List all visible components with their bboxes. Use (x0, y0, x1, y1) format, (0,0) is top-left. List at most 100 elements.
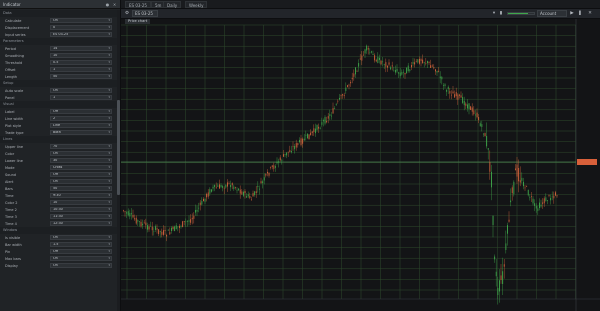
property-value-field[interactable]: 1 (50, 67, 112, 72)
property-label: Label (5, 109, 15, 114)
property-value-field[interactable]: Both (50, 130, 112, 135)
play-icon[interactable]: ▶ (569, 10, 575, 17)
candle-body (548, 195, 550, 196)
candle-body (243, 191, 244, 196)
candle-body (527, 190, 529, 196)
candle-body (331, 115, 332, 117)
candle-body (446, 89, 448, 92)
property-value-field[interactable]: Off (50, 172, 112, 177)
candle-body (505, 243, 507, 251)
property-value-field[interactable]: 10 (50, 53, 112, 58)
chevron-down-icon[interactable]: ▾ (491, 10, 497, 17)
price-chart[interactable] (121, 19, 600, 311)
property-value-field[interactable]: On (50, 256, 112, 261)
candle-body (350, 82, 352, 84)
property-value-field[interactable]: 0.5 (50, 60, 112, 65)
candle-body (470, 106, 472, 110)
candle-body (491, 171, 492, 188)
property-value-field[interactable]: 1 (50, 95, 112, 100)
property-value-field[interactable]: On (50, 263, 112, 268)
property-value-field[interactable]: 50 (50, 74, 112, 79)
candle-body (174, 226, 176, 232)
property-row: Time 4 12:30 (0, 220, 117, 227)
candle-body (254, 191, 256, 196)
property-label: Panel (5, 95, 15, 100)
property-value-field[interactable]: 10:30 (50, 207, 112, 212)
candle-body (545, 197, 547, 202)
candle-body (534, 203, 536, 206)
property-value-field[interactable]: On (50, 88, 112, 93)
candle-body (228, 183, 230, 184)
property-group-header[interactable]: Window (0, 227, 117, 234)
candle-body (276, 161, 278, 164)
property-value-field[interactable]: 70 (50, 144, 112, 149)
property-label: Auto scale (5, 88, 24, 93)
property-value-field[interactable]: 0 (50, 25, 112, 30)
gear-icon[interactable]: ⚙ (124, 10, 130, 17)
pause-icon[interactable]: ❚ (577, 10, 583, 17)
tab-instrument[interactable]: ES 03-25 (125, 1, 151, 8)
property-value-field[interactable]: 2 (50, 116, 112, 121)
candle-body (324, 116, 326, 124)
pin-icon[interactable]: ● (105, 2, 110, 7)
property-list: DataCalculateOnDisplacement0Input series… (0, 10, 117, 269)
candle-body (347, 85, 348, 87)
panel-scrollbar[interactable] (117, 10, 120, 311)
candle-body (414, 62, 416, 65)
scroll-thumb[interactable] (117, 100, 120, 195)
property-value-field[interactable]: On (50, 179, 112, 184)
property-value-field[interactable]: 50 (50, 186, 112, 191)
candle-body (244, 191, 246, 194)
property-row: Smoothing 10 (0, 52, 117, 59)
property-value-field[interactable]: ES 03-25 (50, 32, 112, 37)
property-value-field[interactable]: 1.5 (50, 242, 112, 247)
candle-body (379, 57, 380, 60)
candle-body (487, 148, 489, 150)
chart-area[interactable]: Price chart (121, 19, 600, 311)
candle-body (219, 184, 220, 189)
property-group-header[interactable]: Lines (0, 136, 117, 143)
candle-body (460, 95, 462, 98)
property-group-header[interactable]: Visual (0, 101, 117, 108)
property-value-field[interactable]: On (50, 151, 112, 156)
property-row: Label Off (0, 108, 117, 115)
candle-body (537, 208, 539, 211)
property-value-field[interactable]: 10 (50, 200, 112, 205)
candle-body (281, 159, 283, 161)
property-label: Period (5, 46, 16, 51)
tab-daily[interactable]: Daily (163, 1, 182, 8)
candle-body (307, 133, 308, 139)
candle-body (259, 188, 260, 190)
candle-body (236, 189, 238, 191)
property-group-header[interactable]: Data (0, 10, 117, 17)
property-value-field[interactable]: 11:30 (50, 214, 112, 219)
instrument-selector[interactable]: ES 03-25 (132, 10, 158, 17)
property-value-field[interactable]: On (50, 235, 112, 240)
candle-body (329, 114, 331, 117)
property-group-header[interactable]: Setup (0, 80, 117, 87)
account-selector[interactable]: Account (537, 10, 567, 17)
candle-body (438, 70, 440, 72)
close-icon[interactable]: ✕ (587, 10, 593, 17)
candle-body (201, 200, 203, 205)
candle-body (542, 202, 544, 204)
property-row: Line width 2 (0, 115, 117, 122)
property-value-field[interactable]: 9:30 (50, 193, 112, 198)
property-value-field[interactable]: Cross (50, 165, 112, 170)
property-value-field[interactable]: Off (50, 109, 112, 114)
property-value-field[interactable]: 12:30 (50, 221, 112, 226)
candle-body (132, 215, 134, 218)
close-icon[interactable]: ✕ (112, 2, 117, 7)
candle-body (396, 68, 398, 72)
property-row: Lower line 30 (0, 157, 117, 164)
tab-weekly[interactable]: Weekly (185, 1, 208, 8)
property-value-field[interactable]: 14 (50, 46, 112, 51)
property-value-field[interactable]: 30 (50, 158, 112, 163)
property-row: Sound Off (0, 171, 117, 178)
candle-body (492, 215, 494, 225)
property-group-header[interactable]: Parameters (0, 38, 117, 45)
property-value-field[interactable]: On (50, 18, 112, 23)
chart-type-icon[interactable]: ▮ (498, 10, 504, 17)
property-value-field[interactable]: Line (50, 123, 112, 128)
property-value-field[interactable]: Off (50, 249, 112, 254)
